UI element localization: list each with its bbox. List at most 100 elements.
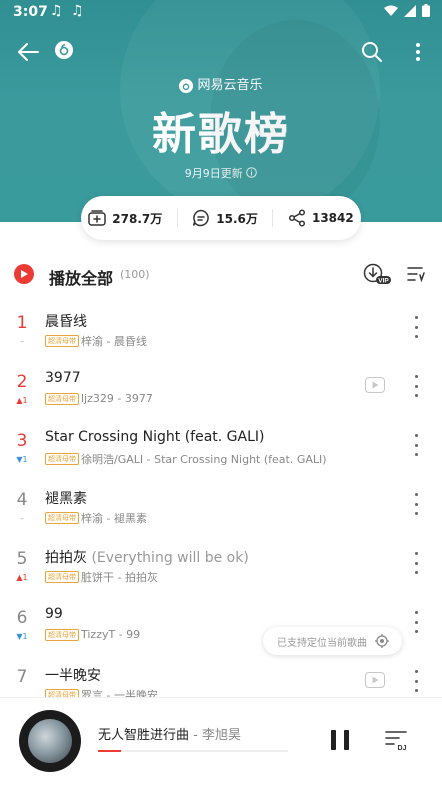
song-title-text: Star Crossing Night (feat. GALI) [45, 429, 265, 445]
info-icon[interactable] [246, 167, 258, 178]
song-title: 拍拍灰 (Everything will be ok) [45, 547, 249, 567]
netease-cloud-icon [179, 78, 194, 93]
share-count: 13842 [311, 211, 354, 225]
song-artist-text: 梓渝 - 褪黑素 [81, 512, 147, 525]
rank-trend: ▲1 [16, 573, 28, 582]
mini-player[interactable]: 无人智胜进行曲 - 李旭昊 DJ [0, 697, 442, 785]
song-row[interactable]: 3 ▼1 Star Crossing Night (feat. GALI) 超清… [0, 418, 442, 477]
quality-badge: 超清母带 [45, 571, 79, 583]
song-row[interactable]: 2 ▲1 3977 超清母带 ljz329 - 3977 [0, 359, 442, 418]
share-icon [288, 209, 306, 227]
top-bar [0, 34, 442, 68]
song-more-button[interactable] [410, 434, 422, 456]
song-artist: 超清母带 梓渝 - 褪黑素 [45, 510, 147, 526]
brand-label: 网易云音乐 [0, 74, 442, 93]
comment-count: 15.6万 [216, 211, 258, 226]
collect-button[interactable]: 278.7万 [88, 210, 162, 227]
rank-trend: ▼1 [16, 455, 28, 464]
song-title-text: 晨昏线 [45, 314, 87, 330]
now-playing-artist: - 李旭昊 [189, 728, 241, 743]
song-row[interactable]: 5 ▲1 拍拍灰 (Everything will be ok) 超清母带 脏饼干… [0, 536, 442, 595]
download-vip-button[interactable]: VIP [362, 262, 392, 286]
song-more-button[interactable] [410, 316, 422, 338]
song-artist: 超清母带 ljz329 - 3977 [45, 392, 153, 405]
mv-play-icon[interactable] [365, 672, 385, 688]
rank-trend: ▼1 [16, 632, 28, 641]
now-playing-song: 无人智胜进行曲 [98, 728, 190, 743]
locate-tip-text: 已支持定位当前歌曲 [277, 637, 367, 649]
collect-count: 278.7万 [112, 211, 163, 226]
share-button[interactable]: 13842 [288, 209, 354, 227]
song-artist-text: 徐明浩/GALI - Star Crossing Night (feat. GA… [81, 453, 327, 466]
brand-text: 网易云音乐 [197, 78, 263, 93]
song-title: 晨昏线 [45, 311, 87, 331]
multi-select-button[interactable] [406, 264, 426, 284]
comments-button[interactable]: 15.6万 [192, 209, 258, 227]
song-artist-text: 脏饼干 - 拍拍灰 [81, 571, 158, 584]
status-icons [384, 4, 430, 17]
quality-badge: 超清母带 [45, 628, 79, 641]
status-bar: 3:07 ♫ ♫ [0, 0, 442, 26]
stats-bar: 278.7万 15.6万 13842 [81, 196, 361, 240]
song-more-button[interactable] [410, 670, 422, 692]
back-arrow-icon [18, 43, 39, 61]
rank-trend: – [20, 337, 24, 346]
play-all-row[interactable]: 播放全部 (100) VIP [0, 256, 442, 292]
update-text: 9月9日更新 [184, 167, 243, 180]
song-title-text: 99 [45, 606, 63, 622]
wifi-icon [384, 5, 398, 16]
pause-button[interactable] [331, 730, 349, 750]
divider [176, 209, 178, 227]
song-artist: 超清母带 徐明浩/GALI - Star Crossing Night (feat… [45, 451, 327, 467]
download-icon: VIP [363, 263, 391, 285]
song-title: 99 [45, 606, 63, 622]
song-more-button[interactable] [410, 611, 422, 633]
more-options-button[interactable] [408, 38, 428, 66]
chart-header: 3:07 ♫ ♫ 网易云音乐 新歌榜 9月9日更新 [0, 0, 442, 222]
song-artist: 超清母带 TizzyT - 99 [45, 628, 140, 641]
rank-number: 7 [16, 667, 28, 687]
playback-progress[interactable] [98, 750, 288, 752]
song-more-button[interactable] [410, 375, 422, 397]
song-title-text: 一半晚安 [45, 668, 101, 684]
more-vertical-icon [416, 43, 420, 61]
song-more-button[interactable] [410, 493, 422, 515]
locate-icon [375, 634, 389, 648]
music-note-icon: ♫ ♫ [50, 3, 86, 19]
netease-logo-button[interactable] [54, 40, 74, 60]
song-title: 一半晚安 [45, 665, 101, 685]
now-playing-title[interactable]: 无人智胜进行曲 - 李旭昊 [98, 724, 241, 743]
song-artist-text: TizzyT - 99 [81, 628, 141, 641]
song-title-alt: (Everything will be ok) [87, 550, 249, 566]
rank-number: 6 [16, 608, 28, 628]
song-title-text: 褪黑素 [45, 491, 87, 507]
dj-label: DJ [398, 745, 407, 752]
netease-logo-icon [55, 41, 73, 59]
playlist-button[interactable]: DJ [385, 730, 409, 752]
vip-badge: VIP [378, 278, 389, 285]
song-row[interactable]: 1 – 晨昏线 超清母带 梓渝 - 晨昏线 [0, 300, 442, 359]
song-artist: 超清母带 梓渝 - 晨昏线 [45, 333, 147, 349]
sort-list-icon [407, 267, 425, 282]
rank-number: 3 [16, 431, 28, 451]
back-button[interactable] [14, 38, 42, 66]
song-artist-text: ljz329 - 3977 [81, 392, 153, 405]
quality-badge: 超清母带 [45, 335, 79, 347]
rank-number: 4 [16, 490, 28, 510]
locate-current-song-button[interactable]: 已支持定位当前歌曲 [263, 627, 402, 655]
song-row[interactable]: 4 – 褪黑素 超清母带 梓渝 - 褪黑素 [0, 477, 442, 536]
song-more-button[interactable] [410, 552, 422, 574]
mv-play-icon[interactable] [365, 377, 385, 393]
album-cover[interactable] [19, 710, 81, 772]
quality-badge: 超清母带 [45, 392, 79, 405]
play-all-label[interactable]: 播放全部 [49, 265, 113, 289]
rank-trend: ▲1 [16, 396, 28, 405]
search-button[interactable] [358, 38, 386, 66]
quality-badge: 超清母带 [45, 453, 79, 465]
quality-badge: 超清母带 [45, 512, 79, 524]
song-title: 褪黑素 [45, 488, 87, 508]
battery-icon [422, 4, 430, 17]
search-icon [362, 42, 382, 62]
update-date: 9月9日更新 [0, 165, 442, 181]
play-all-icon[interactable] [14, 264, 34, 284]
